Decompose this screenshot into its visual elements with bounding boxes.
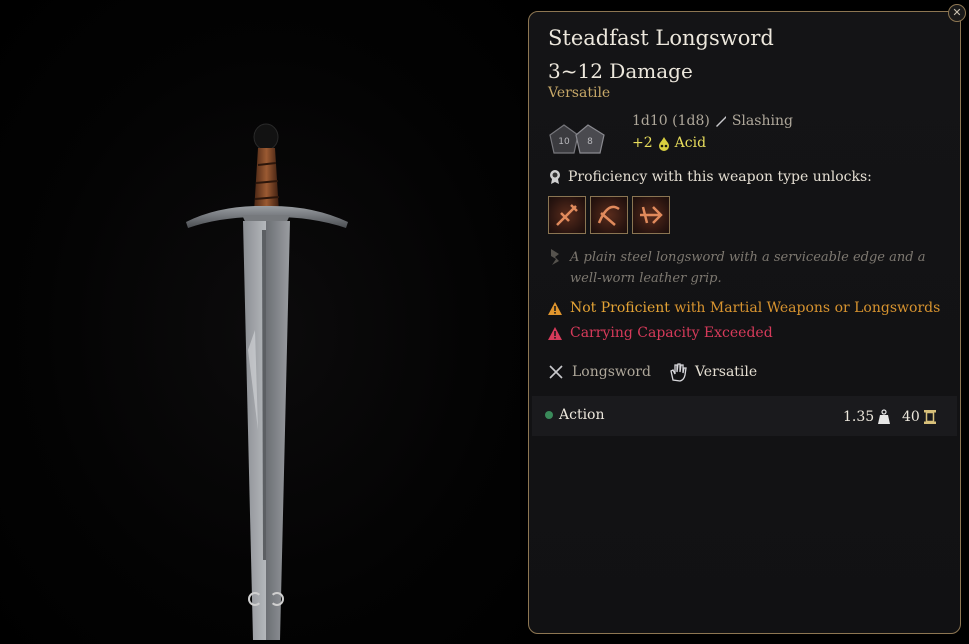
hand-icon [670,363,687,382]
damage-dice: 1d10 (1d8) [632,113,710,129]
damage-range: 3~12 Damage [548,59,693,83]
weapon-action-3-icon[interactable] [632,196,670,234]
crossed-swords-icon [549,365,563,379]
bonus-type: Acid [674,135,707,151]
acid-icon [658,136,669,151]
rotate-controls[interactable] [248,592,284,606]
item-3d-viewer[interactable] [0,0,520,644]
weapon-type[interactable]: Longsword [572,364,651,380]
damage-type: Slashing [731,113,793,129]
weapon-action-1-icon[interactable] [548,196,586,234]
action-dot-icon [545,411,553,419]
proficiency-icon [550,170,560,184]
weapon-tag: Versatile [548,85,611,101]
item-tooltip-panel [528,11,961,634]
damage-dice-line: 1d10 (1d8) Slashing [632,113,793,129]
action-cost: Action [545,407,605,423]
die-face-2: 8 [587,137,593,147]
description-text: A plain steel longsword with a serviceab… [570,250,926,286]
capacity-text: Carrying Capacity Exceeded [570,325,773,341]
rotate-right-icon[interactable] [270,592,284,606]
gold-value: 40 [902,409,920,425]
proficiency-label: Proficiency with this weapon type unlock… [568,169,872,185]
danger-icon [548,326,562,340]
close-button[interactable]: ✕ [948,4,966,22]
dice-icon: 10 8 [549,124,605,154]
item-value: 40 [902,409,936,425]
weapon-action-2-icon[interactable] [590,196,628,234]
bonus-amount: +2 [632,135,653,151]
item-name: Steadfast Longsword [548,26,774,50]
not-proficient-label: Not Proficient [570,300,670,316]
quill-icon [551,249,559,265]
item-weight: 1.35 [843,409,891,425]
proficiency-unlocks [548,196,670,234]
item-description: A plain steel longsword with a serviceab… [548,247,938,289]
proficiency-line: Proficiency with this weapon type unlock… [548,169,872,185]
weapon-properties: Longsword Versatile [548,362,757,382]
gold-icon [923,410,936,424]
warning-icon [548,301,562,315]
bonus-damage-line: +2 Acid [632,135,706,151]
die-face-1: 10 [558,137,570,147]
weight-value: 1.35 [843,409,875,425]
action-label: Action [559,407,605,423]
sword-model[interactable] [0,0,520,644]
slashing-icon [715,116,726,127]
not-proficient-detail: with Martial Weapons or Longswords [669,300,941,316]
weapon-property[interactable]: Versatile [695,364,757,380]
capacity-warning: Carrying Capacity Exceeded [548,325,773,341]
weight-icon [878,409,891,424]
proficiency-warning: Not Proficient with Martial Weapons or L… [548,300,940,316]
rotate-left-icon[interactable] [248,592,262,606]
